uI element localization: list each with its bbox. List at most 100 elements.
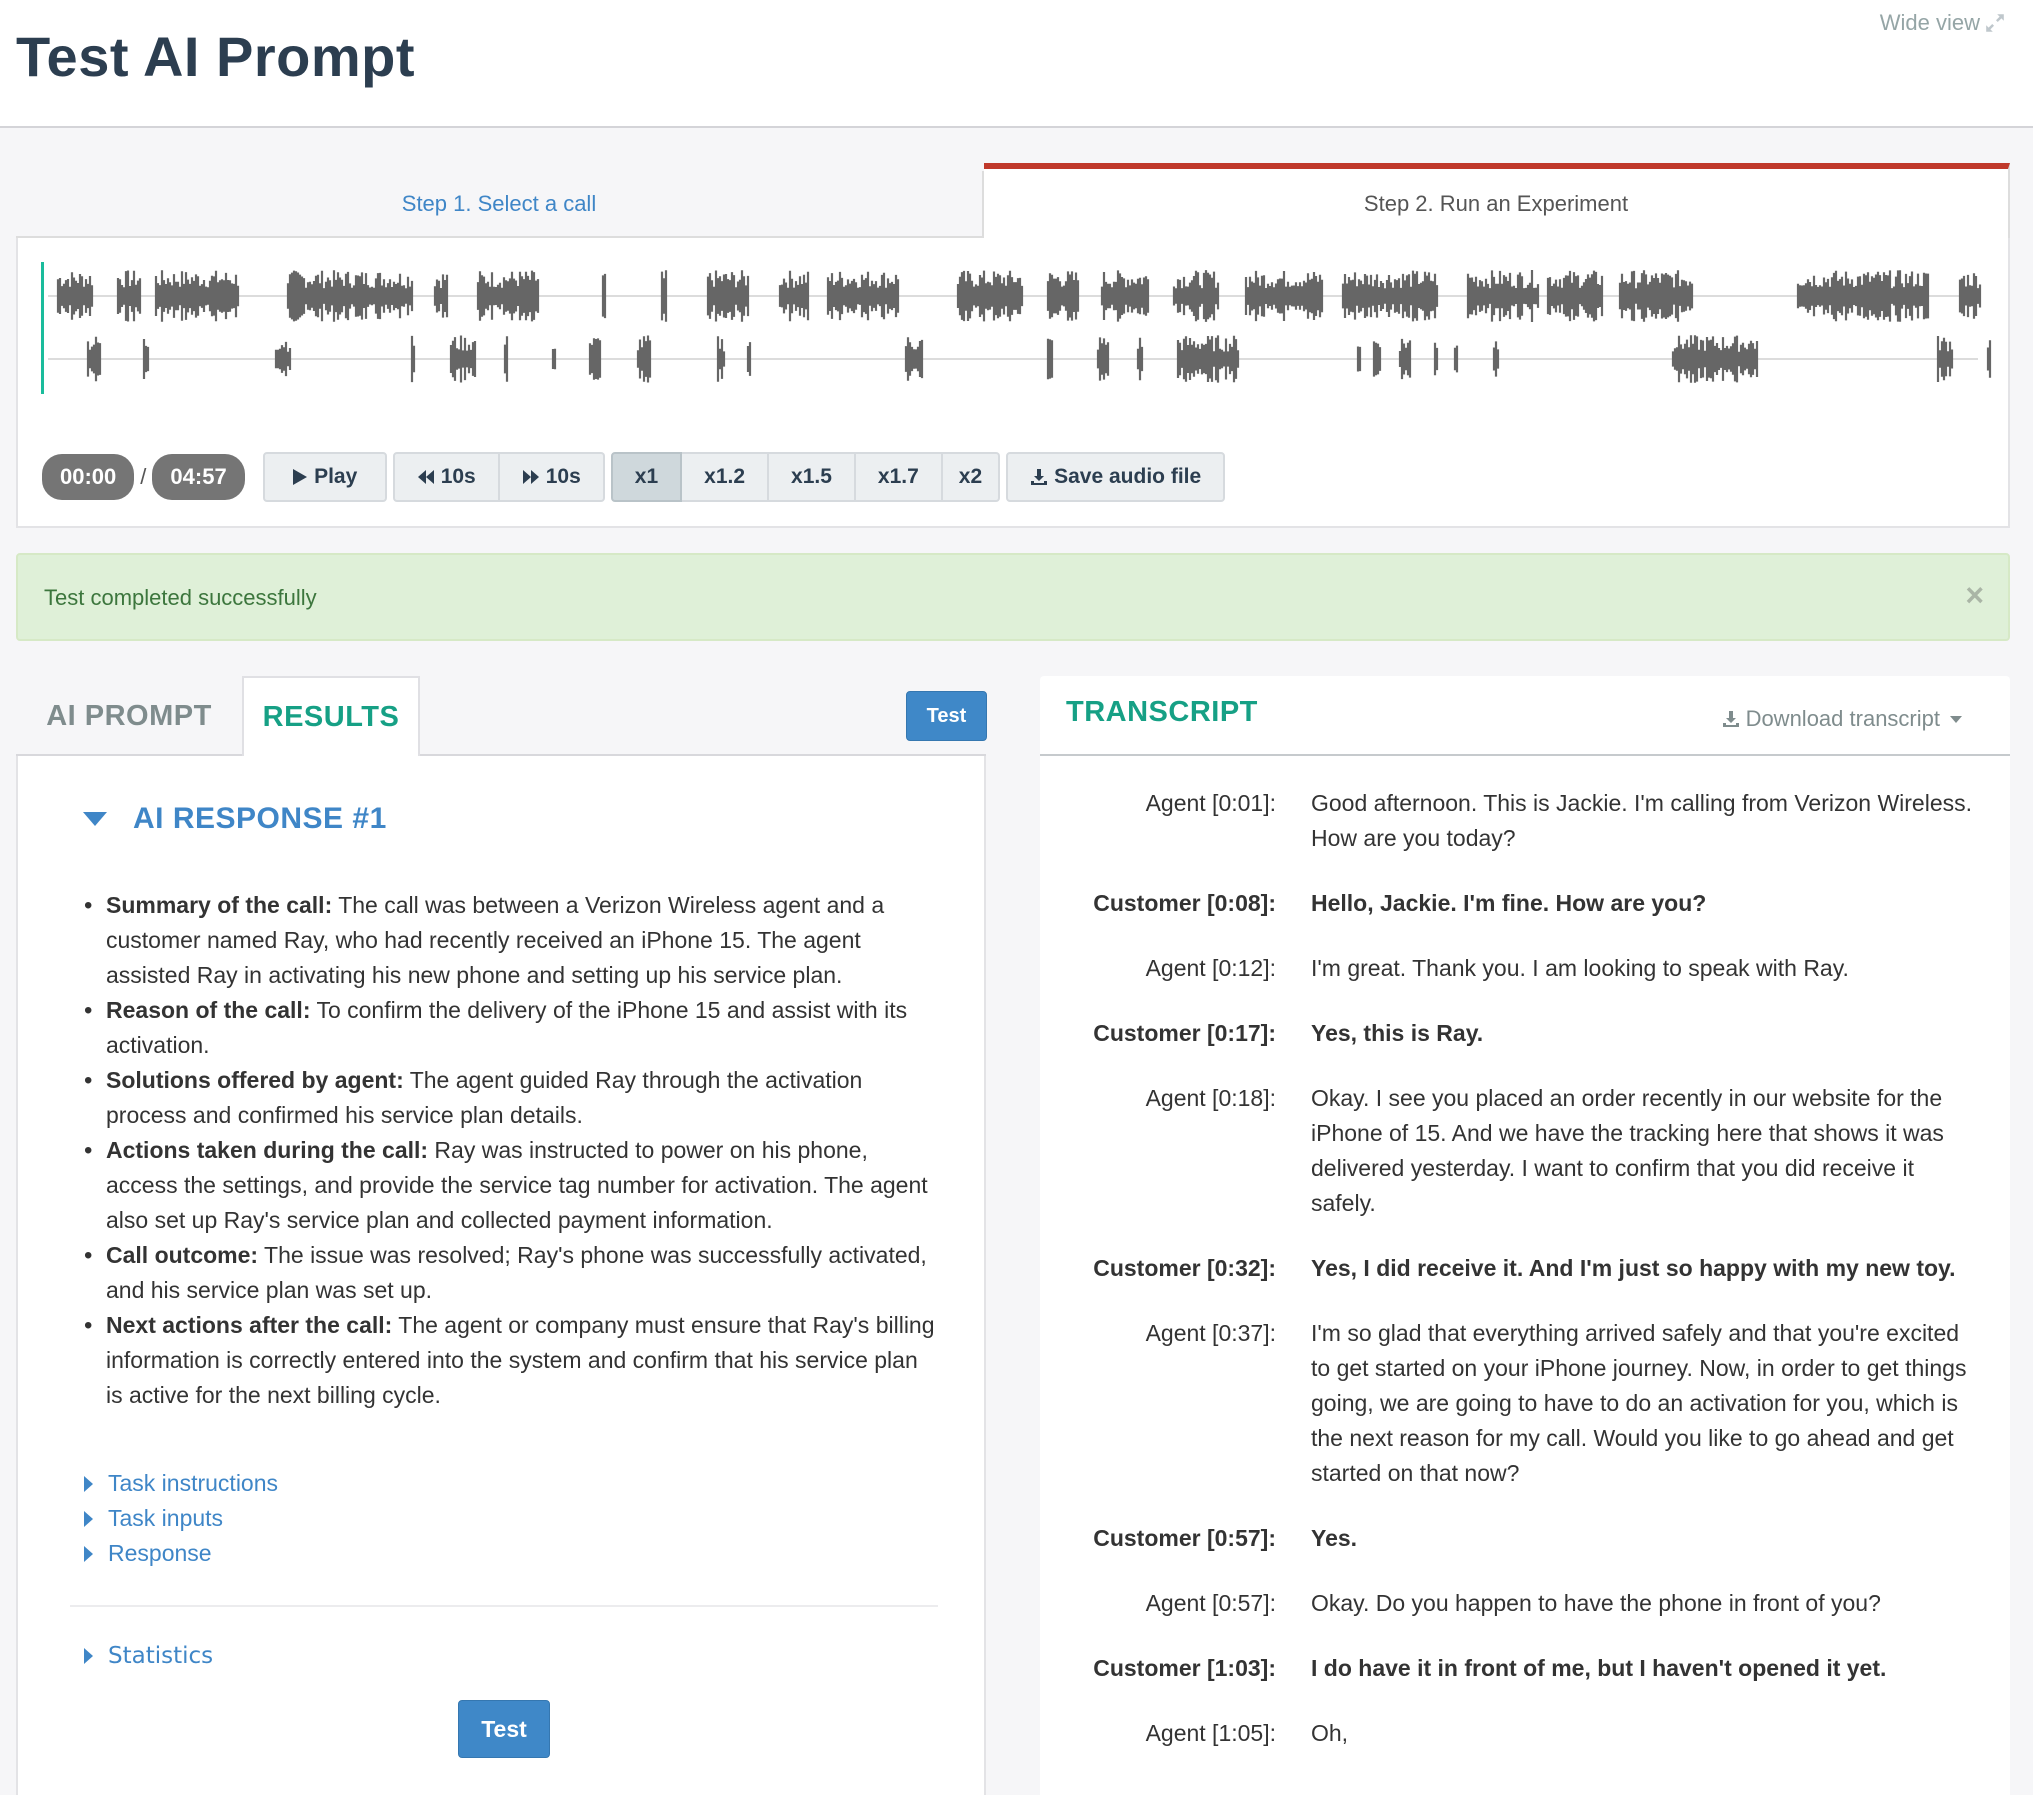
ai-response-title: AI RESPONSE #1: [133, 802, 387, 835]
transcript-row[interactable]: Customer [0:57]: Yes.: [1040, 1521, 2010, 1556]
caret-right-icon: [84, 1510, 93, 1527]
transcript-row[interactable]: Agent [1:05]: Oh,: [1040, 1716, 2010, 1751]
waveform-burst: [1958, 273, 1982, 319]
summary-item-label: Actions taken during the call:: [106, 1137, 429, 1163]
summary-item-label: Summary of the call:: [106, 892, 333, 918]
transcript-row[interactable]: Agent [0:12]: I'm great. Thank you. I am …: [1040, 951, 2010, 986]
download-icon: [1722, 711, 1739, 727]
transcript-row[interactable]: Agent [0:18]: Okay. I see you placed an o…: [1040, 1081, 2010, 1221]
speed-x1-button[interactable]: x1: [610, 452, 683, 502]
waveform-burst: [1398, 338, 1412, 380]
speaker-label: Agent [0:18]:: [1145, 1085, 1276, 1111]
expand-icon: [1986, 14, 2004, 32]
detail-links: Task instructions Task inputs Response: [84, 1466, 278, 1571]
caret-down-icon: [83, 812, 107, 826]
speed-x2-button[interactable]: x2: [942, 452, 1001, 502]
time-separator: /: [140, 464, 147, 489]
caret-right-icon: [84, 1647, 93, 1664]
test-button-bottom[interactable]: Test: [458, 1700, 550, 1758]
response-link[interactable]: Response: [84, 1536, 278, 1571]
waveform-burst: [601, 273, 607, 319]
transcript-row[interactable]: Agent [0:37]: I'm so glad that everything…: [1040, 1316, 2010, 1491]
speaker-label: Customer [0:17]:: [1093, 1020, 1276, 1046]
waveform-burst: [1796, 270, 1930, 322]
waveform-burst: [660, 270, 668, 322]
transcript-row[interactable]: Agent [0:57]: Okay. Do you happen to have…: [1040, 1586, 2010, 1621]
ai-response-toggle[interactable]: AI RESPONSE #1: [83, 802, 387, 836]
rewind-10s-button[interactable]: 10s: [392, 452, 500, 502]
waveform-burst: [410, 335, 416, 383]
waveform-burst: [956, 270, 1024, 322]
transcript-row[interactable]: Customer [0:32]: Yes, I did receive it. A…: [1040, 1251, 2010, 1286]
speaker-label: Agent [0:57]:: [1145, 1590, 1276, 1616]
waveform-burst: [1492, 341, 1500, 377]
rewind-label: 10s: [440, 465, 476, 488]
alert-message: Test completed successfully: [44, 585, 317, 610]
download-icon: [1031, 469, 1048, 485]
divider: [70, 1605, 938, 1607]
forward-10s-button[interactable]: 10s: [499, 452, 605, 502]
waveform-burst: [904, 337, 924, 381]
waveform-burst: [1096, 337, 1110, 381]
caret-right-icon: [84, 1545, 93, 1562]
speed-x1.2-button[interactable]: x1.2: [682, 452, 770, 502]
waveform-burst: [1546, 270, 1604, 322]
page-header: Test AI Prompt Wide view: [0, 0, 2033, 128]
step-tabs: Step 1. Select a call Step 2. Run an Exp…: [16, 163, 2010, 238]
waveform-burst: [274, 341, 292, 377]
summary-item-label: Reason of the call:: [106, 997, 311, 1023]
speed-x1.5-button[interactable]: x1.5: [769, 452, 856, 502]
speaker-label: Customer [0:08]:: [1093, 890, 1276, 916]
waveform-burst: [716, 336, 726, 382]
play-button[interactable]: Play: [262, 452, 387, 502]
waveform-burst: [449, 335, 477, 383]
caret-down-icon: [1950, 715, 1962, 723]
total-time: 04:57: [152, 454, 245, 500]
success-alert: Test completed successfully ×: [16, 553, 2010, 641]
transcript-row[interactable]: Agent [0:01]: Good afternoon. This is Jac…: [1040, 786, 2010, 856]
waveform-burst: [636, 335, 652, 383]
waveform-burst: [1046, 338, 1054, 380]
waveform-burst: [1466, 270, 1540, 322]
transcript-panel: TRANSCRIPT Download transcript Agent [0:…: [1040, 676, 2010, 1795]
speaker-label: Customer [0:57]:: [1093, 1525, 1276, 1551]
summary-item-label: Next actions after the call:: [106, 1312, 393, 1338]
tab-ai-prompt[interactable]: AI PROMPT: [16, 676, 242, 756]
close-icon[interactable]: ×: [1965, 577, 1984, 614]
tab-select-call[interactable]: Step 1. Select a call: [16, 171, 984, 238]
task-instructions-link[interactable]: Task instructions: [84, 1466, 278, 1501]
transcript-row[interactable]: Customer [0:17]: Yes, this is Ray.: [1040, 1016, 2010, 1051]
waveform-burst: [1936, 336, 1954, 382]
transcript-row[interactable]: Customer [0:08]: Hello, Jackie. I'm fine.…: [1040, 886, 2010, 921]
summary-item-label: Solutions offered by agent:: [106, 1067, 404, 1093]
waveform-burst: [286, 270, 414, 322]
wide-view-link[interactable]: Wide view: [1880, 10, 2006, 36]
seek-group: 10s 10s: [392, 452, 605, 502]
tab-results[interactable]: RESULTS: [242, 676, 420, 758]
save-audio-label: Save audio file: [1054, 465, 1202, 488]
waveform-burst: [1986, 340, 1992, 378]
save-audio-button[interactable]: Save audio file: [1006, 452, 1226, 502]
task-inputs-link[interactable]: Task inputs: [84, 1501, 278, 1536]
tab-run-experiment[interactable]: Step 2. Run an Experiment: [984, 163, 2010, 238]
download-transcript-dropdown[interactable]: Download transcript: [1722, 706, 1962, 732]
statistics-link[interactable]: Statistics: [84, 1638, 213, 1673]
waveform-burst: [56, 272, 94, 320]
waveform-burst: [706, 270, 750, 322]
transcript-row[interactable]: Customer [1:03]: I do have it in front of…: [1040, 1651, 2010, 1686]
waveform-burst: [588, 338, 602, 380]
waveform-burst: [826, 271, 900, 321]
test-button-top[interactable]: Test: [906, 691, 987, 741]
speed-x1.7-button[interactable]: x1.7: [855, 452, 943, 502]
waveform-burst: [1618, 270, 1694, 322]
speaker-label: Customer [1:03]:: [1093, 1655, 1276, 1681]
utterance-text: I'm so glad that everything arrived safe…: [1311, 1320, 1967, 1486]
waveform-burst: [433, 274, 449, 318]
utterance-text: Hello, Jackie. I'm fine. How are you?: [1311, 890, 1707, 916]
link-label: Task instructions: [108, 1470, 279, 1496]
utterance-text: Good afternoon. This is Jackie. I'm call…: [1311, 790, 1973, 851]
waveform[interactable]: [38, 262, 1998, 394]
playhead-cursor[interactable]: [41, 262, 44, 394]
waveform-burst: [1356, 346, 1362, 372]
summary-item: Summary of the call: The call was betwee…: [84, 888, 936, 993]
